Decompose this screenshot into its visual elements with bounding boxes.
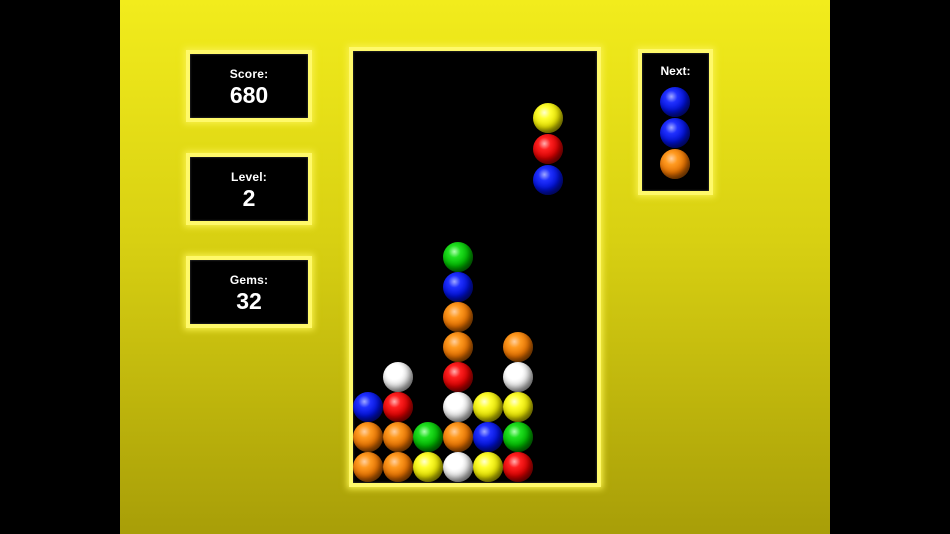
level-panel: Level: 2 — [186, 153, 312, 225]
level-value: 2 — [242, 185, 256, 211]
green-gem — [443, 242, 473, 272]
yellow-gem — [413, 452, 443, 482]
score-panel: Score: 680 — [186, 50, 312, 122]
orange-gem — [443, 422, 473, 452]
orange-gem — [503, 332, 533, 362]
yellow-gem — [503, 392, 533, 422]
orange-gem — [443, 332, 473, 362]
score-label: Score: — [229, 67, 269, 81]
gems-panel: Gems: 32 — [186, 256, 312, 328]
red-gem — [383, 392, 413, 422]
orange-gem — [353, 452, 383, 482]
falling-yellow-gem — [533, 103, 563, 133]
game-board[interactable] — [349, 47, 601, 487]
next-blue-gem — [660, 87, 690, 117]
red-gem — [503, 452, 533, 482]
blue-gem — [353, 392, 383, 422]
orange-gem — [353, 422, 383, 452]
gems-value: 32 — [236, 288, 262, 314]
level-label: Level: — [231, 170, 267, 184]
blue-gem — [473, 422, 503, 452]
green-gem — [413, 422, 443, 452]
white-gem — [443, 452, 473, 482]
white-gem — [443, 392, 473, 422]
next-blue-gem — [660, 118, 690, 148]
white-gem — [383, 362, 413, 392]
blue-gem — [443, 272, 473, 302]
falling-red-gem — [533, 134, 563, 164]
green-gem — [503, 422, 533, 452]
gems-label: Gems: — [229, 273, 269, 287]
next-piece-panel: Next: — [638, 49, 713, 195]
yellow-gem — [473, 392, 503, 422]
next-label: Next: — [660, 64, 691, 78]
game-area: Score: 680 Level: 2 Gems: 32 Next: — [120, 0, 830, 534]
orange-gem — [383, 422, 413, 452]
red-gem — [443, 362, 473, 392]
orange-gem — [443, 302, 473, 332]
score-value: 680 — [229, 82, 269, 108]
white-gem — [503, 362, 533, 392]
orange-gem — [383, 452, 413, 482]
falling-blue-gem — [533, 165, 563, 195]
next-orange-gem — [660, 149, 690, 179]
yellow-gem — [473, 452, 503, 482]
